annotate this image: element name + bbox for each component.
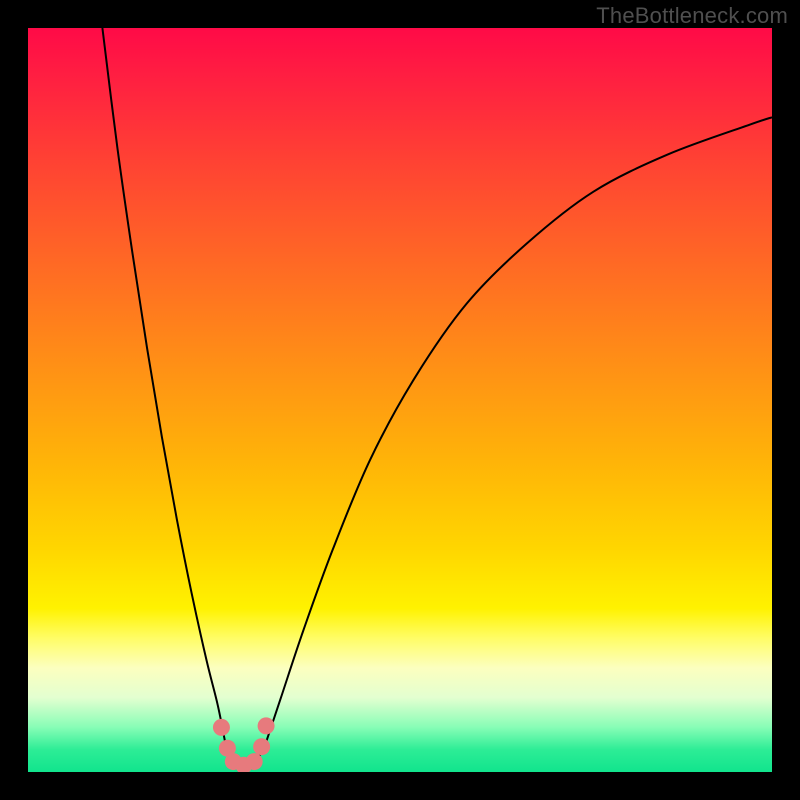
plot-area <box>28 28 772 772</box>
right-curve <box>266 117 772 742</box>
valley-marker <box>246 753 263 770</box>
curve-layer <box>28 28 772 772</box>
valley-marker <box>213 719 230 736</box>
watermark-text: TheBottleneck.com <box>596 3 788 29</box>
valley-marker <box>258 717 275 734</box>
chart-frame: TheBottleneck.com <box>0 0 800 800</box>
valley-marker <box>253 738 270 755</box>
left-curve <box>102 28 225 742</box>
valley-markers <box>213 717 275 772</box>
